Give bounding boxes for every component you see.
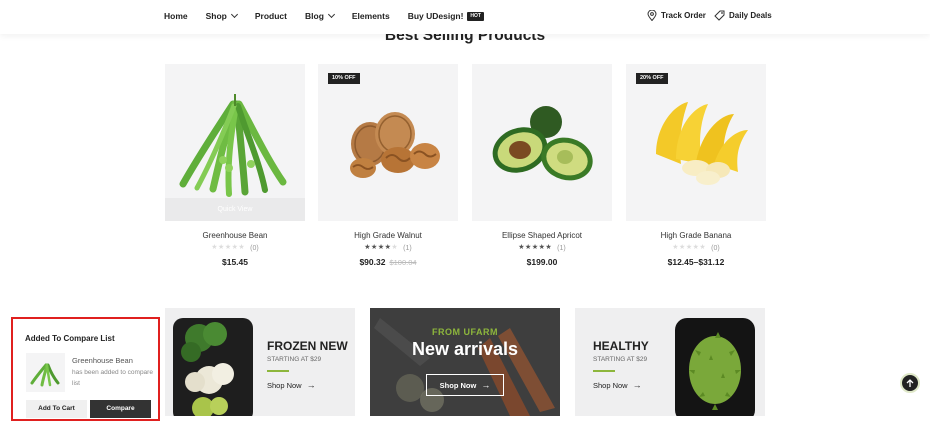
shop-now-button[interactable]: Shop Now →: [426, 374, 504, 396]
map-pin-icon: [647, 10, 657, 21]
product-rating: ★★★★★★★★★★ (1): [472, 244, 612, 252]
banner-subtitle: STARTING AT $29: [267, 356, 322, 363]
main-nav: Home Shop Product Blog Elements Buy UDes…: [164, 10, 502, 21]
product-rating: ★★★★★★★★★★ (0): [165, 244, 305, 252]
review-count: (0): [711, 244, 720, 252]
daily-deals-link[interactable]: Daily Deals: [714, 10, 772, 21]
review-count: (1): [557, 244, 566, 252]
track-order-label: Track Order: [661, 11, 706, 20]
header: Home Shop Product Blog Elements Buy UDes…: [0, 0, 930, 34]
tag-icon: [714, 10, 725, 21]
price-value: $199.00: [526, 257, 558, 267]
arrow-up-icon: [906, 378, 914, 387]
shop-now-link[interactable]: Shop Now →: [593, 380, 642, 390]
product-image[interactable]: Quick View: [165, 64, 305, 221]
product-price: $15.45: [165, 257, 305, 267]
nav-home-label: Home: [164, 11, 188, 21]
product-name[interactable]: Ellipse Shaped Apricot: [472, 231, 612, 240]
shop-now-label: Shop Now: [267, 380, 302, 390]
nav-home[interactable]: Home: [164, 11, 188, 21]
product-image[interactable]: [472, 64, 612, 221]
banner-title: FROZEN NEW: [267, 339, 348, 353]
star-rating: ★★★★★★★★★★: [518, 244, 553, 251]
product-image[interactable]: 20% OFF: [626, 64, 766, 221]
product-name[interactable]: Greenhouse Bean: [165, 231, 305, 240]
review-count: (1): [403, 244, 412, 252]
chevron-down-icon: [230, 10, 238, 19]
avocado-image: [492, 106, 593, 181]
star-rating: ★★★★★★★★★★: [364, 244, 399, 251]
banner-title: New arrivals: [411, 339, 519, 359]
quick-view-button[interactable]: Quick View: [165, 198, 305, 221]
accent-line: [267, 370, 289, 372]
nav-product[interactable]: Product: [255, 11, 287, 21]
nav-buy-label: Buy UDesign!: [407, 11, 464, 21]
product-rating: ★★★★★★★★★★ (0): [626, 244, 766, 252]
product-card[interactable]: 20% OFF High Grade Banana ★★★★★★★★★★ (0)…: [626, 64, 766, 267]
shop-now-link[interactable]: Shop Now →: [267, 380, 316, 390]
nav-product-label: Product: [254, 11, 287, 21]
nav-blog-label: Blog: [305, 11, 324, 21]
shop-now-label: Shop Now: [439, 380, 477, 390]
discount-badge: 20% OFF: [636, 73, 668, 84]
product-card[interactable]: 10% OFF High Grade Walnut ★★★★★★★★★★ (1)…: [318, 64, 458, 267]
product-price: $90.32 $100.04: [318, 257, 458, 267]
vegetables-image: [173, 318, 253, 416]
produce-background-image: [370, 308, 560, 416]
product-image[interactable]: 10% OFF: [318, 64, 458, 221]
product-price: $12.45–$31.12: [626, 257, 766, 267]
arrow-right-icon: →: [632, 380, 642, 390]
product-card[interactable]: Ellipse Shaped Apricot ★★★★★ ★★★★★ (1) $1…: [472, 64, 612, 267]
product-name[interactable]: High Grade Banana: [626, 231, 766, 240]
banana-image: [656, 102, 748, 185]
walnut-image: [350, 112, 440, 178]
nav-blog[interactable]: Blog: [305, 10, 335, 21]
compare-popup-title: Added To Compare List: [25, 334, 115, 343]
banner-new-arrivals[interactable]: FROM UFARM New arrivals Shop Now →: [370, 308, 560, 416]
price-value: $12.45–$31.12: [667, 257, 725, 267]
arrow-right-icon: →: [481, 380, 491, 390]
price-value: $90.32: [359, 257, 386, 267]
banner-eyebrow: FROM UFARM: [432, 327, 498, 337]
banner-title: HEALTHY: [593, 339, 649, 353]
nav-shop[interactable]: Shop: [205, 10, 238, 21]
chevron-down-icon: [327, 10, 335, 19]
green-bean-thumbnail: [30, 363, 60, 387]
soursop-image: [675, 318, 755, 416]
price-value: $15.45: [222, 257, 248, 267]
page: Home Shop Product Blog Elements Buy UDes…: [0, 0, 930, 422]
compare-button[interactable]: Compare: [90, 400, 151, 418]
nav-shop-label: Shop: [205, 11, 227, 21]
arrow-right-icon: →: [306, 380, 316, 390]
compare-product-thumbnail[interactable]: [26, 353, 65, 392]
compare-product-name[interactable]: Greenhouse Bean: [72, 356, 133, 365]
banner-healthy[interactable]: HEALTHY STARTING AT $29 Shop Now →: [575, 308, 765, 416]
daily-deals-label: Daily Deals: [729, 11, 772, 20]
product-name[interactable]: High Grade Walnut: [318, 231, 458, 240]
add-to-cart-button[interactable]: Add To Cart: [26, 400, 87, 418]
banner-frozen-new[interactable]: FROZEN NEW STARTING AT $29 Shop Now →: [165, 308, 355, 416]
accent-line: [593, 370, 615, 372]
hot-badge: HOT: [467, 11, 484, 21]
product-rating: ★★★★★★★★★★ (1): [318, 244, 458, 252]
scroll-to-top-button[interactable]: [900, 373, 920, 393]
product-card[interactable]: Quick View Greenhouse Bean ★★★★★★★★★★ (0…: [165, 64, 305, 267]
product-price: $199.00: [472, 257, 612, 267]
nav-elements[interactable]: Elements: [352, 11, 390, 21]
nav-buy-udesign[interactable]: Buy UDesign! HOT: [408, 11, 484, 21]
compare-message: has been added to compare list: [72, 369, 153, 387]
star-rating: ★★★★★★★★★★: [672, 244, 707, 251]
compare-popup: Added To Compare List Greenhouse Bean ha…: [11, 317, 160, 421]
discount-badge: 10% OFF: [328, 73, 360, 84]
review-count: (0): [250, 244, 259, 252]
banner-subtitle: STARTING AT $29: [593, 356, 648, 363]
shop-now-label: Shop Now: [593, 380, 628, 390]
nav-elements-label: Elements: [351, 11, 390, 21]
track-order-link[interactable]: Track Order: [647, 10, 706, 21]
star-rating: ★★★★★★★★★★: [211, 244, 246, 251]
old-price: $100.04: [389, 258, 417, 267]
